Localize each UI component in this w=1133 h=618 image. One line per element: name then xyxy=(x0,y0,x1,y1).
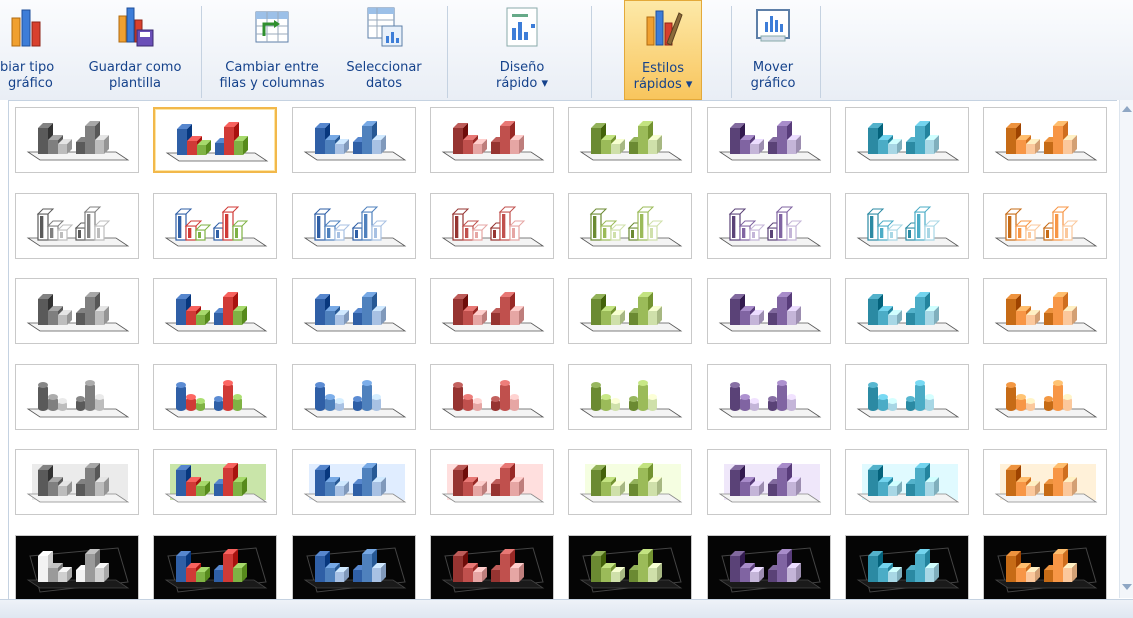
chart-style-29[interactable] xyxy=(568,363,693,430)
save-template-icon xyxy=(115,6,155,54)
chart-style-35[interactable] xyxy=(291,449,416,515)
chart-style-23[interactable] xyxy=(844,278,969,344)
chart-style-42[interactable] xyxy=(153,534,278,601)
chart-style-37[interactable] xyxy=(568,449,693,515)
chart-style-7[interactable] xyxy=(844,107,969,173)
chart-style-4[interactable] xyxy=(429,107,554,173)
chart-style-17[interactable] xyxy=(15,278,139,344)
chart-style-26[interactable] xyxy=(153,363,278,430)
group-separator xyxy=(820,6,821,98)
group-separator xyxy=(201,6,202,98)
chart-style-16[interactable] xyxy=(983,192,1108,259)
chart-style-9[interactable] xyxy=(15,192,139,259)
chart-ribbon: biar tipo gráfico Guardar como plantilla Cam… xyxy=(0,0,1133,100)
chart-style-3[interactable] xyxy=(291,107,416,173)
chart-style-15[interactable] xyxy=(844,192,969,259)
chart-style-24[interactable] xyxy=(983,278,1108,344)
chart-style-5[interactable] xyxy=(568,107,693,173)
group-separator xyxy=(731,6,732,98)
quick-layout-label: Diseño rápido ▾ xyxy=(495,60,549,91)
chart-style-25[interactable] xyxy=(15,363,139,430)
select-data-button[interactable]: Seleccionar datos xyxy=(338,0,430,100)
chart-style-8[interactable] xyxy=(983,107,1108,173)
chart-style-41[interactable] xyxy=(15,534,139,601)
chart-style-11[interactable] xyxy=(291,192,416,259)
scroll-up-arrow-icon[interactable] xyxy=(1122,106,1132,112)
quick-styles-gallery xyxy=(8,100,1117,601)
switch-row-col-label: Cambiar entre filas y columnas xyxy=(219,60,325,91)
chart-style-13[interactable] xyxy=(568,192,693,259)
group-separator xyxy=(447,6,448,98)
chart-style-12[interactable] xyxy=(429,192,554,259)
chart-style-27[interactable] xyxy=(291,363,416,430)
chart-style-38[interactable] xyxy=(706,449,831,515)
chart-style-18[interactable] xyxy=(153,278,278,344)
chart-style-14[interactable] xyxy=(706,192,831,259)
status-bar xyxy=(0,599,1133,618)
quick-styles-label: Estilos rápidos ▾ xyxy=(633,61,693,92)
chart-style-39[interactable] xyxy=(844,449,969,515)
chart-style-30[interactable] xyxy=(706,363,831,430)
select-data-label: Seleccionar datos xyxy=(346,60,422,91)
change-type-label: biar tipo gráfico xyxy=(0,60,55,91)
change-type-button[interactable]: biar tipo gráfico xyxy=(0,0,78,100)
chart-style-2[interactable] xyxy=(153,107,278,173)
chart-style-43[interactable] xyxy=(291,534,416,601)
gallery-scrollbar[interactable] xyxy=(1119,100,1133,598)
chart-style-45[interactable] xyxy=(568,534,693,601)
chart-style-36[interactable] xyxy=(429,449,554,515)
chart-style-28[interactable] xyxy=(429,363,554,430)
chart-style-1[interactable] xyxy=(15,107,139,173)
quick-styles-icon xyxy=(643,7,683,55)
chart-style-19[interactable] xyxy=(291,278,416,344)
select-data-icon xyxy=(364,6,404,54)
chart-style-22[interactable] xyxy=(706,278,831,344)
chart-style-44[interactable] xyxy=(429,534,554,601)
save-template-label: Guardar como plantilla xyxy=(88,60,182,91)
chart-style-47[interactable] xyxy=(844,534,969,601)
chart-style-6[interactable] xyxy=(706,107,831,173)
group-separator xyxy=(591,6,592,98)
chart-style-20[interactable] xyxy=(429,278,554,344)
switch-rows-columns-icon xyxy=(252,6,292,54)
chart-style-40[interactable] xyxy=(983,449,1108,515)
quick-layout-button[interactable]: Diseño rápido ▾ xyxy=(460,0,584,100)
move-chart-button[interactable]: Mover gráfico xyxy=(738,0,808,100)
chart-style-10[interactable] xyxy=(153,192,278,259)
chart-style-48[interactable] xyxy=(983,534,1108,601)
switch-row-col-button[interactable]: Cambiar entre filas y columnas xyxy=(208,0,336,100)
chart-style-32[interactable] xyxy=(983,363,1108,430)
quick-layout-icon xyxy=(502,6,542,54)
move-chart-icon xyxy=(753,6,793,54)
chart-style-46[interactable] xyxy=(706,534,831,601)
move-chart-label: Mover gráfico xyxy=(750,60,796,91)
chart-style-33[interactable] xyxy=(15,449,139,515)
save-template-button[interactable]: Guardar como plantilla xyxy=(80,0,190,100)
chart-style-21[interactable] xyxy=(568,278,693,344)
chart-style-34[interactable] xyxy=(153,449,278,515)
chart-style-31[interactable] xyxy=(844,363,969,430)
column-chart-icon xyxy=(8,6,48,54)
quick-styles-button[interactable]: Estilos rápidos ▾ xyxy=(624,0,702,100)
scroll-down-arrow-icon[interactable] xyxy=(1122,584,1132,590)
